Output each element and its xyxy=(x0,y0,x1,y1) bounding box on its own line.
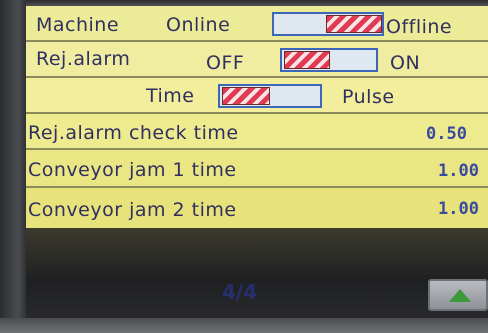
rej-alarm-check-time-value[interactable]: 0.50 xyxy=(426,124,467,144)
rej-alarm-label: Rej.alarm xyxy=(36,48,131,70)
rej-alarm-toggle[interactable] xyxy=(280,48,378,72)
alarm-mode-row: Time Pulse xyxy=(26,78,488,114)
off-label: OFF xyxy=(206,52,245,74)
setting-row: Conveyor jam 2 time 1.00 xyxy=(26,188,488,228)
time-pulse-toggle[interactable] xyxy=(218,84,322,108)
triangle-up-icon xyxy=(449,289,471,302)
machine-online-offline-toggle[interactable] xyxy=(272,12,384,36)
navigation-bar: 4/4 xyxy=(26,228,488,318)
on-label: ON xyxy=(390,52,421,74)
conveyor-jam-1-time-value[interactable]: 1.00 xyxy=(438,161,479,181)
machine-label: Machine xyxy=(36,14,120,36)
conveyor-jam-2-time-value[interactable]: 1.00 xyxy=(438,199,479,219)
time-label: Time xyxy=(146,85,195,107)
setting-row: Rej.alarm check time 0.50 xyxy=(26,114,488,150)
toggle-knob xyxy=(284,51,330,69)
conveyor-jam-2-time-label: Conveyor jam 2 time xyxy=(28,199,237,221)
rej-alarm-check-time-label: Rej.alarm check time xyxy=(28,122,239,144)
online-label: Online xyxy=(166,14,231,36)
device-bezel-left xyxy=(0,0,26,333)
device-bezel-bottom xyxy=(0,318,488,333)
pulse-label: Pulse xyxy=(342,86,395,108)
offline-label: Offline xyxy=(386,16,453,38)
rej-alarm-row: Rej.alarm OFF ON xyxy=(26,42,488,78)
conveyor-jam-1-time-label: Conveyor jam 1 time xyxy=(28,159,237,181)
page-up-button[interactable] xyxy=(428,279,488,311)
page-indicator: 4/4 xyxy=(222,280,258,304)
toggle-knob xyxy=(326,15,382,33)
machine-mode-row: Machine Online Offline xyxy=(26,6,488,42)
hmi-screen: Machine Online Offline Rej.alarm OFF ON … xyxy=(26,6,488,318)
setting-row: Conveyor jam 1 time 1.00 xyxy=(26,150,488,188)
toggle-knob xyxy=(222,87,270,105)
